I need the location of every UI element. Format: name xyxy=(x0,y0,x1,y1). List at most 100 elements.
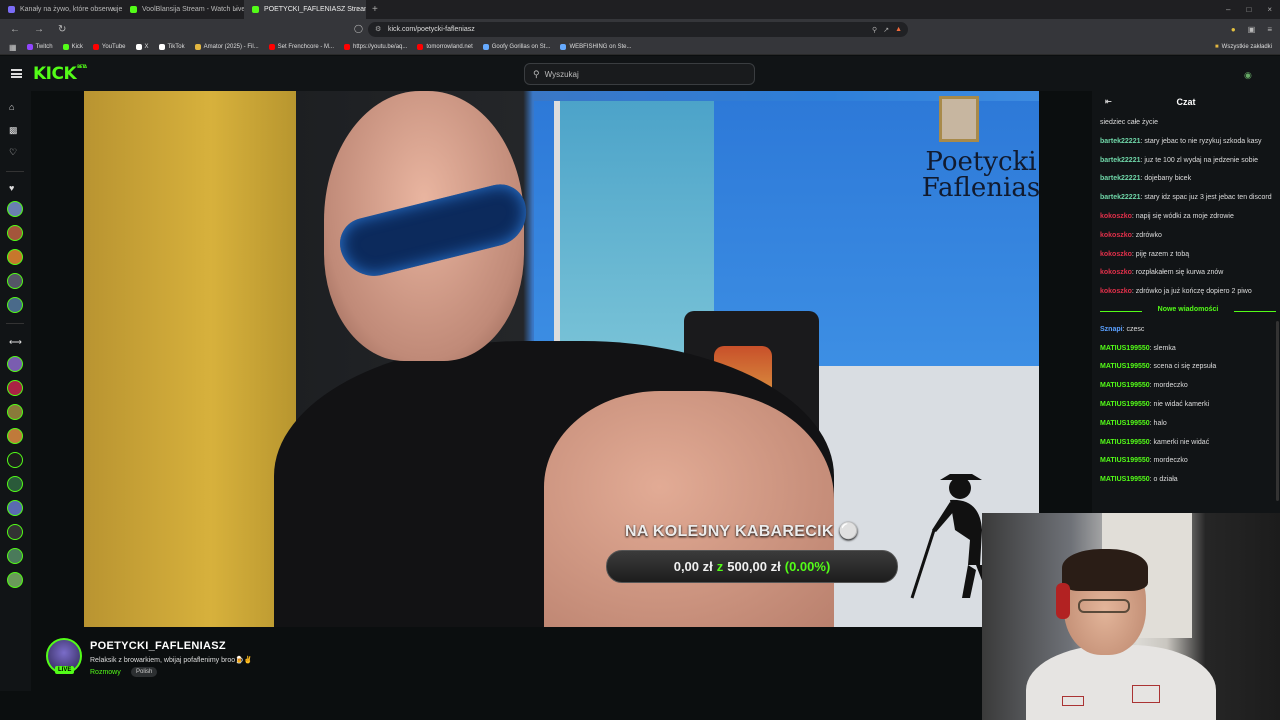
close-window-icon[interactable]: × xyxy=(1267,5,1272,14)
bookmark-item[interactable]: Amator (2025) - Fil... xyxy=(194,44,259,50)
bookmark-label: Amator (2025) - Fil... xyxy=(203,44,259,50)
recommended-channel-avatar[interactable] xyxy=(7,428,23,444)
video-player[interactable]: Poetycki Faflenias xyxy=(84,91,1039,627)
bookmark-item[interactable]: Twitch xyxy=(26,44,53,50)
brave-shield-icon[interactable]: ▲ xyxy=(895,26,902,33)
bookmark-item[interactable]: WEBFISHING on Ste... xyxy=(560,44,631,50)
minimize-icon[interactable]: – xyxy=(1226,5,1230,14)
recommended-channel-avatar[interactable] xyxy=(7,452,23,468)
kick-header: KICKBETA ⚲ Wyszukaj ◉ xyxy=(0,56,1280,91)
home-icon[interactable]: ⌂ xyxy=(9,102,14,112)
close-tab-icon[interactable]: × xyxy=(233,5,238,14)
chat-text: : scena ci się zepsuła xyxy=(1149,363,1217,371)
chat-username[interactable]: MATIUS199550 xyxy=(1100,439,1150,446)
chat-username[interactable]: bartek22221 xyxy=(1100,157,1140,164)
chat-username[interactable]: MATIUS199550 xyxy=(1100,401,1150,408)
kick-logo[interactable]: KICKBETA xyxy=(33,64,87,84)
recommended-channel-avatar[interactable] xyxy=(7,572,23,588)
bookmarks-bar: ▦ Twitch Kick YouTube X TikTok Amator (2025) … xyxy=(0,40,1280,55)
browser-tab[interactable]: Kanały na żywo, które obserwujesz × xyxy=(0,0,122,19)
bookmark-item[interactable]: Kick xyxy=(62,44,83,50)
followed-channel-avatar[interactable] xyxy=(7,297,23,313)
zoom-icon[interactable]: ⚲ xyxy=(872,26,877,34)
chat-username[interactable]: MATIUS199550 xyxy=(1100,363,1150,370)
chat-username[interactable]: bartek22221 xyxy=(1100,138,1140,145)
address-bar[interactable]: ⚙ kick.com/poetycki-fafleniasz ⚲ ↗ ▲ xyxy=(368,22,908,37)
followed-channel-avatar[interactable] xyxy=(7,249,23,265)
browser-tab[interactable]: POETYCKI_FAFLENIASZ Stream × xyxy=(244,0,366,19)
share-icon[interactable]: ↗ xyxy=(883,26,889,34)
recommended-channel-avatar[interactable] xyxy=(7,476,23,492)
close-tab-icon[interactable]: × xyxy=(355,5,360,14)
chat-username[interactable]: MATIUS199550 xyxy=(1100,457,1150,464)
folder-icon: ■ xyxy=(1215,44,1219,50)
chat-username[interactable]: MATIUS199550 xyxy=(1100,382,1150,389)
recommended-channel-avatar[interactable] xyxy=(7,380,23,396)
search-input[interactable]: ⚲ Wyszukaj xyxy=(524,63,755,85)
bookmark-item[interactable]: X xyxy=(135,44,149,50)
all-bookmarks[interactable]: ■ Wszystkie zakładki xyxy=(1215,44,1272,50)
bookmark-item[interactable]: https://youtu.be/aq... xyxy=(344,44,407,50)
webcam-overlay xyxy=(982,513,1280,720)
chat-username[interactable]: kokoszko xyxy=(1100,251,1132,258)
bookmark-icon[interactable]: ◯ xyxy=(354,24,363,33)
channel-name[interactable]: POETYCKI_FAFLENIASZ xyxy=(90,640,226,652)
chat-username[interactable]: Sznapi xyxy=(1100,326,1123,333)
back-icon[interactable]: ← xyxy=(10,24,24,35)
recommended-channel-avatar[interactable] xyxy=(7,500,23,516)
extension-icon[interactable]: ● xyxy=(1231,25,1236,34)
recommended-channel-avatar[interactable] xyxy=(7,524,23,540)
chat-username[interactable]: MATIUS199550 xyxy=(1100,476,1150,483)
bookmark-favicon-icon xyxy=(62,44,69,50)
recommended-channel-avatar[interactable] xyxy=(7,356,23,372)
bookmark-label: https://youtu.be/aq... xyxy=(353,44,408,50)
followed-heart-icon: ♥ xyxy=(9,183,15,193)
language-tag[interactable]: Polish xyxy=(131,667,158,677)
bookmark-favicon-icon xyxy=(482,44,489,50)
chat-username[interactable]: MATIUS199550 xyxy=(1100,420,1150,427)
chat-scrollbar[interactable] xyxy=(1276,321,1279,501)
wallet-icon[interactable]: ▣ xyxy=(1248,25,1256,34)
site-info-icon[interactable]: ⚙ xyxy=(375,25,381,33)
chat-username[interactable]: kokoszko xyxy=(1100,288,1132,295)
bookmark-item[interactable]: tomorrowland.net xyxy=(417,44,473,50)
bookmark-label: Twitch xyxy=(35,44,53,50)
forward-icon[interactable]: → xyxy=(34,24,48,35)
chat-username[interactable]: MATIUS199550 xyxy=(1100,345,1150,352)
chat-username[interactable]: kokoszko xyxy=(1100,269,1132,276)
recommended-channel-avatar[interactable] xyxy=(7,548,23,564)
chat-username[interactable]: bartek22221 xyxy=(1100,194,1140,201)
maximize-icon[interactable]: □ xyxy=(1246,5,1251,14)
chat-message: MATIUS199550: nie widać kamerki xyxy=(1100,400,1276,410)
browse-icon[interactable]: ▩ xyxy=(9,125,18,136)
menu-dots-icon[interactable]: ≡ xyxy=(1267,25,1272,34)
chat-text: : halo xyxy=(1149,419,1167,427)
followed-channel-avatar[interactable] xyxy=(7,225,23,241)
chat-messages: siedziec całe życie bartek22221: stary je… xyxy=(1100,118,1276,494)
chat-username[interactable]: bartek22221 xyxy=(1100,175,1140,182)
bookmark-label: YouTube xyxy=(101,44,126,50)
followed-channel-avatar[interactable] xyxy=(7,201,23,217)
followed-channel-avatar[interactable] xyxy=(7,273,23,289)
hamburger-menu-icon[interactable] xyxy=(11,69,22,78)
user-avatar-icon[interactable]: ◉ xyxy=(1244,70,1258,80)
goal-separator: z xyxy=(716,559,724,574)
new-tab-icon[interactable]: + xyxy=(372,4,378,15)
bookmark-item[interactable]: Goofy Gorillas on St... xyxy=(482,44,550,50)
chat-message: kokoszko: rozpłakałem się kurwa znów xyxy=(1100,268,1276,278)
chat-message: bartek22221: stary idz spac juz 3 jest j… xyxy=(1100,193,1276,203)
chat-username[interactable]: kokoszko xyxy=(1100,232,1132,239)
chat-username[interactable]: kokoszko xyxy=(1100,213,1132,220)
apps-grid-icon[interactable]: ▦ xyxy=(9,43,17,52)
chat-message: bartek22221: stary jebac to nie ryzykuj … xyxy=(1100,137,1276,147)
bookmark-item[interactable]: Set Frenchcore - M... xyxy=(268,44,334,50)
reload-icon[interactable]: ↻ xyxy=(58,24,72,35)
recommended-channel-avatar[interactable] xyxy=(7,404,23,420)
bookmark-item[interactable]: YouTube xyxy=(92,44,126,50)
bookmark-item[interactable]: TikTok xyxy=(158,44,185,50)
following-heart-icon[interactable]: ♡ xyxy=(9,147,17,158)
close-tab-icon[interactable]: × xyxy=(111,5,116,14)
collapse-chat-icon[interactable]: ⇤ xyxy=(1105,97,1112,106)
browser-tab[interactable]: VoolBlansija Stream - Watch Live × xyxy=(122,0,244,19)
stream-category[interactable]: Rozmowy xyxy=(90,669,121,676)
